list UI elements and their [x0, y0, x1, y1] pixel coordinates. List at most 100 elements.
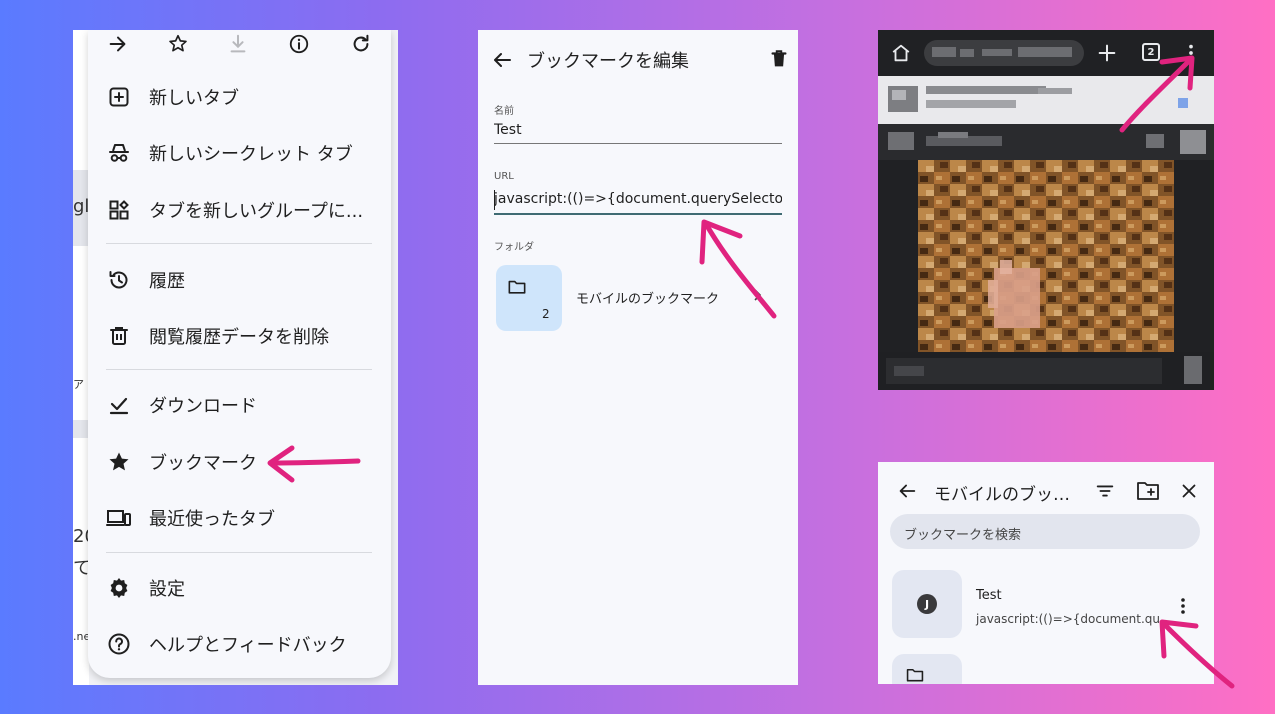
forward-arrow-icon — [109, 36, 126, 52]
pixelated-text — [1018, 47, 1072, 57]
edit-bookmark-panel: ブックマークを編集 名前 Test URL javascript:(()=>{d… — [478, 30, 798, 685]
menu-item-label: ヘルプとフィードバック — [149, 635, 347, 656]
pixelated-text — [894, 366, 924, 376]
home-icon[interactable] — [890, 42, 912, 64]
close-icon[interactable] — [1178, 480, 1200, 502]
menu-item-bookmarks[interactable]: ブックマーク — [88, 439, 391, 485]
search-placeholder: ブックマークを検索 — [904, 528, 1022, 543]
pixelated-site-footer — [878, 352, 1214, 390]
background-text-fragment: ア — [73, 378, 84, 391]
bookmark-name: Test — [976, 588, 1002, 603]
bookmark-url: javascript:(()=>{document.qu... — [976, 612, 1172, 626]
incognito-icon — [106, 140, 132, 166]
menu-item-help-feedback[interactable]: ヘルプとフィードバック — [88, 621, 391, 667]
help-icon — [106, 631, 132, 657]
name-field[interactable]: Test — [494, 122, 782, 138]
pixelated-text — [926, 86, 1046, 94]
address-bar[interactable] — [924, 40, 1084, 66]
pixelated-logo — [892, 90, 906, 100]
more-vertical-icon[interactable] — [1180, 42, 1202, 64]
bookmark-favicon-tile: J — [892, 570, 962, 638]
folder-item-count: 2 — [542, 307, 550, 321]
bookmark-star-button[interactable] — [160, 30, 196, 58]
menu-item-downloads[interactable]: ダウンロード — [88, 382, 391, 428]
menu-item-clear-browsing-data[interactable]: 閲覧履歴データを削除 — [88, 313, 391, 359]
menu-divider — [106, 552, 372, 553]
new-folder-icon[interactable] — [1136, 480, 1160, 502]
background-page: gle ア 20 て .ne — [73, 30, 101, 685]
page-title: ブックマークを編集 — [527, 51, 689, 72]
menu-divider — [106, 369, 372, 370]
menu-toolbar — [88, 30, 391, 68]
tab-switcher-button[interactable]: 2 — [1142, 43, 1160, 61]
menu-item-history[interactable]: 履歴 — [88, 257, 391, 303]
pixelated-icon — [1146, 134, 1164, 148]
pixelated-text-bar — [886, 358, 1162, 384]
menu-item-label: 履歴 — [149, 271, 185, 292]
menu-item-new-tab[interactable]: 新しいタブ — [88, 74, 391, 120]
chrome-menu-panel: gle ア 20 て .ne 新しいタブ 新しいシークレット タブ タブを新しい… — [73, 30, 398, 685]
folder-list-item[interactable] — [892, 654, 962, 684]
overflow-menu: 新しいタブ 新しいシークレット タブ タブを新しいグループに... 履歴 閲覧履… — [88, 30, 391, 678]
pixelated-site-header — [878, 76, 1214, 124]
pixelated-text — [926, 100, 1016, 108]
trash-icon — [106, 323, 132, 349]
pixelated-badge — [1178, 98, 1188, 108]
menu-item-label: タブを新しいグループに... — [149, 201, 364, 222]
delete-icon[interactable] — [768, 48, 790, 70]
url-field[interactable]: javascript:(()=>{document.querySelectorA… — [494, 191, 782, 207]
pixelated-icon — [1184, 356, 1202, 384]
star-filled-icon — [106, 449, 132, 475]
pixelated-site-nav — [878, 124, 1214, 160]
back-arrow-icon[interactable] — [490, 48, 514, 72]
menu-item-label: 閲覧履歴データを削除 — [149, 327, 329, 348]
bookmark-list-item[interactable]: J Test javascript:(()=>{document.qu... — [878, 570, 1214, 642]
pixelated-text — [938, 132, 968, 138]
menu-item-recent-tabs[interactable]: 最近使ったタブ — [88, 495, 391, 541]
bookmark-search-input[interactable]: ブックマークを検索 — [890, 514, 1200, 549]
menu-item-label: 最近使ったタブ — [149, 509, 275, 530]
folder-selector[interactable]: 2 — [496, 265, 562, 331]
forward-button[interactable] — [100, 30, 136, 58]
more-vertical-icon[interactable] — [1173, 596, 1193, 616]
menu-item-label: 設定 — [149, 579, 185, 600]
menu-divider — [106, 243, 372, 244]
menu-item-settings[interactable]: 設定 — [88, 565, 391, 611]
folder-field-label: フォルダ — [494, 242, 534, 253]
menu-item-label: ダウンロード — [149, 396, 257, 417]
mobile-bookmarks-panel: モバイルのブッ… ブックマークを検索 J Test javascript:(()… — [878, 462, 1214, 684]
download-page-button[interactable] — [220, 30, 256, 58]
folder-icon — [906, 668, 924, 682]
pixelated-text — [932, 47, 956, 57]
menu-item-label: 新しいタブ — [149, 88, 239, 109]
url-field-label: URL — [494, 171, 514, 182]
browser-panel: 2 — [878, 30, 1214, 390]
pixelated-icon — [888, 132, 914, 150]
browser-toolbar: 2 — [878, 30, 1214, 76]
gear-icon — [106, 575, 132, 601]
pixelated-text — [982, 49, 1012, 56]
menu-item-add-tab-to-group[interactable]: タブを新しいグループに... — [88, 187, 391, 233]
text-caret — [494, 190, 495, 210]
new-tab-icon — [106, 84, 132, 110]
new-tab-plus-icon[interactable] — [1096, 42, 1118, 64]
menu-item-new-incognito-tab[interactable]: 新しいシークレット タブ — [88, 130, 391, 176]
devices-icon — [106, 505, 132, 531]
name-field-label: 名前 — [494, 106, 514, 117]
history-icon — [106, 267, 132, 293]
pixelated-icon — [1180, 130, 1206, 154]
reload-button[interactable] — [343, 30, 379, 58]
folder-name[interactable]: モバイルのブックマーク — [576, 288, 719, 307]
back-arrow-icon[interactable] — [896, 480, 918, 502]
sort-filter-icon[interactable] — [1094, 480, 1116, 502]
tab-group-icon — [106, 197, 132, 223]
download-icon — [230, 34, 246, 53]
download-done-icon — [106, 392, 132, 418]
name-field-underline — [494, 143, 782, 144]
info-icon — [289, 34, 309, 54]
menu-item-label: 新しいシークレット タブ — [149, 144, 353, 165]
pixelated-text — [1038, 88, 1072, 94]
page-info-button[interactable] — [281, 30, 317, 58]
folder-icon — [508, 280, 526, 294]
star-outline-icon — [169, 34, 187, 52]
